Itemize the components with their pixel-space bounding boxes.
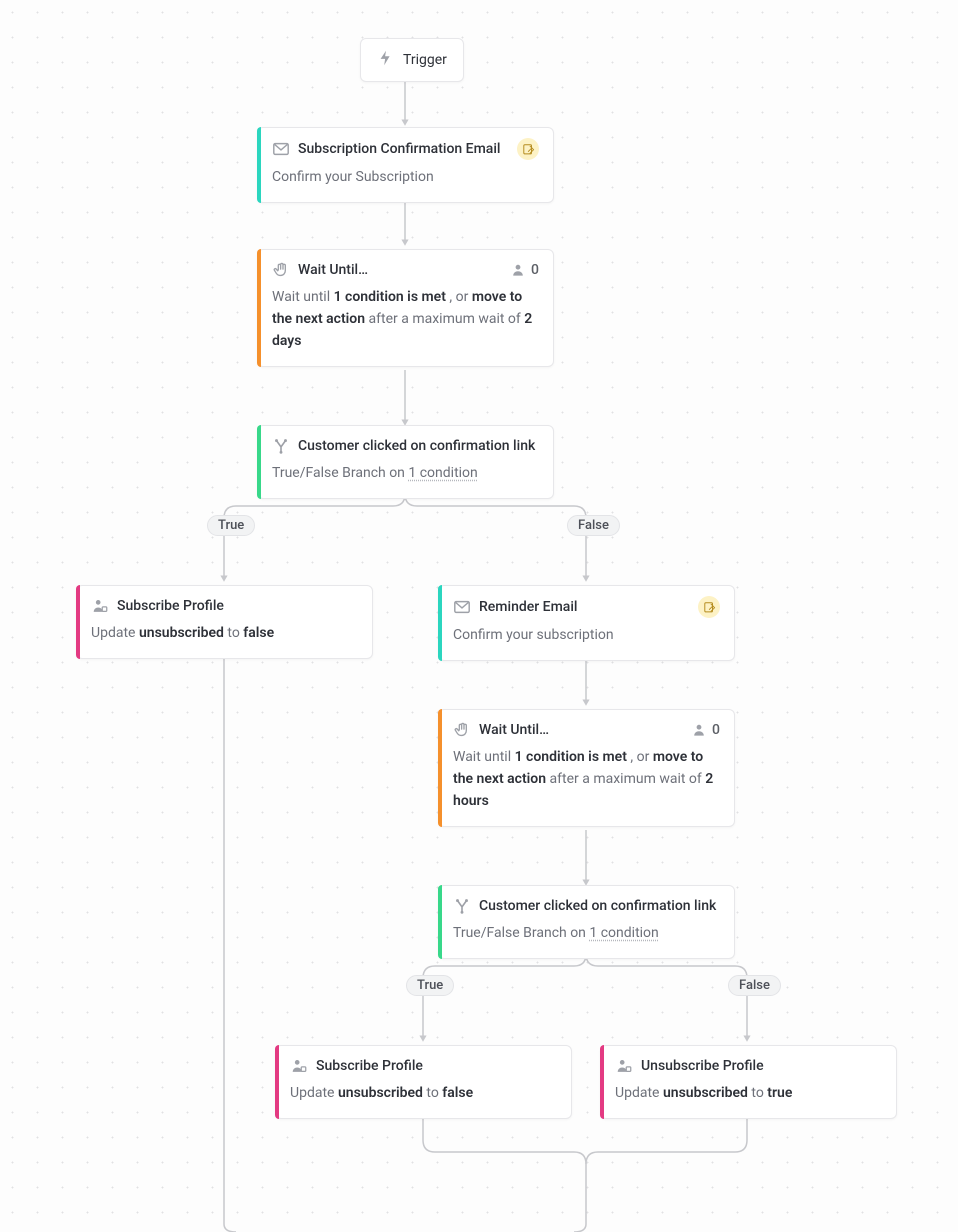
- hand-icon: [272, 261, 290, 279]
- node-body: True/False Branch on 1 condition: [453, 922, 720, 944]
- node-body: Update unsubscribed to false: [290, 1082, 557, 1104]
- person-tag-icon: [91, 597, 109, 615]
- node-body: Wait until 1 condition is met , or move …: [272, 286, 539, 352]
- node-title: Subscribe Profile: [316, 1056, 423, 1076]
- node-email-subscription-confirmation[interactable]: Subscription Confirmation Email Confirm …: [257, 127, 554, 203]
- node-body: True/False Branch on 1 condition: [272, 462, 539, 484]
- branch-label-true: True: [406, 975, 454, 996]
- node-title: Customer clicked on confirmation link: [479, 896, 716, 916]
- node-body: Update unsubscribed to true: [615, 1082, 882, 1104]
- node-title: Subscribe Profile: [117, 596, 224, 616]
- mail-icon: [453, 598, 471, 616]
- node-body: Update unsubscribed to false: [91, 622, 358, 644]
- node-unsubscribe-profile[interactable]: Unsubscribe Profile Update unsubscribed …: [600, 1045, 897, 1119]
- branch-label-true: True: [207, 515, 255, 536]
- node-wait-1[interactable]: Wait Until… 0 Wait until 1 condition is …: [257, 249, 554, 367]
- node-subscribe-profile-1[interactable]: Subscribe Profile Update unsubscribed to…: [76, 585, 373, 659]
- node-subscribe-profile-2[interactable]: Subscribe Profile Update unsubscribed to…: [275, 1045, 572, 1119]
- node-title: Subscription Confirmation Email: [298, 139, 500, 159]
- person-icon: [690, 721, 708, 739]
- branch-label-false: False: [567, 515, 620, 536]
- node-title: Unsubscribe Profile: [641, 1056, 764, 1076]
- split-icon: [272, 437, 290, 455]
- trigger-label: Trigger: [403, 52, 447, 68]
- node-body: Confirm your Subscription: [272, 166, 539, 188]
- split-icon: [453, 897, 471, 915]
- branch-label-false: False: [728, 975, 781, 996]
- node-title: Customer clicked on confirmation link: [298, 436, 535, 456]
- trigger-node[interactable]: Trigger: [360, 38, 464, 82]
- node-title: Wait Until…: [479, 720, 549, 740]
- node-wait-2[interactable]: Wait Until… 0 Wait until 1 condition is …: [438, 709, 735, 827]
- person-icon: [509, 261, 527, 279]
- wait-count: 0: [712, 720, 720, 740]
- node-body: Confirm your subscription: [453, 624, 720, 646]
- bolt-icon: [377, 49, 395, 71]
- node-branch-1[interactable]: Customer clicked on confirmation link Tr…: [257, 425, 554, 499]
- node-title: Wait Until…: [298, 260, 368, 280]
- draft-badge-icon: [517, 138, 539, 160]
- node-branch-2[interactable]: Customer clicked on confirmation link Tr…: [438, 885, 735, 959]
- mail-icon: [272, 140, 290, 158]
- wait-count: 0: [531, 260, 539, 280]
- person-tag-icon: [615, 1057, 633, 1075]
- draft-badge-icon: [698, 596, 720, 618]
- node-body: Wait until 1 condition is met , or move …: [453, 746, 720, 812]
- node-email-reminder[interactable]: Reminder Email Confirm your subscription: [438, 585, 735, 661]
- hand-icon: [453, 721, 471, 739]
- person-tag-icon: [290, 1057, 308, 1075]
- node-title: Reminder Email: [479, 597, 577, 617]
